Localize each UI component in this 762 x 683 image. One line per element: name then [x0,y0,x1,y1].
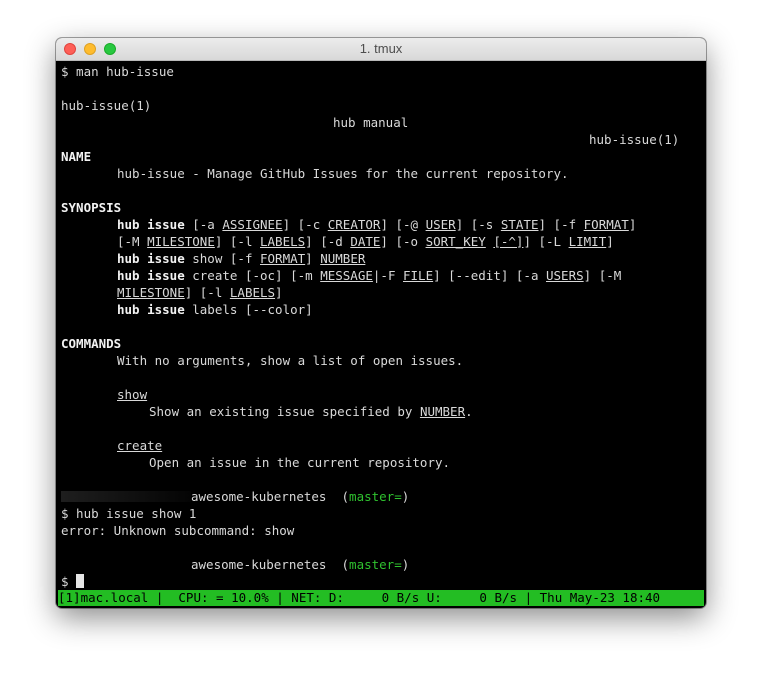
syn-arg-format: FORMAT [260,251,306,266]
syn-arg-milestone: MILESTONE [147,234,215,249]
syn-arg-creator: CREATOR [327,217,381,232]
syn-text: create [-oc] [-m [184,268,321,283]
prompt-text: ( [326,557,350,572]
command-show-description: Show an existing issue specified by NUMB… [149,403,473,420]
syn-text: ] [628,217,637,232]
syn-arg-caret: [-^] [493,234,524,249]
redacted-user-host [61,559,191,570]
man-header: hub-issue(1) hub manual hub-issue(1) [61,80,685,147]
prompt-symbol: $ [61,574,77,589]
syn-text: show [-f [184,251,260,266]
prompt-text: ( [326,489,350,504]
syn-arg-limit: LIMIT [568,234,607,249]
syn-arg-users: USERS [546,268,584,283]
prompt-directory: awesome-kubernetes [191,557,327,572]
syn-text: ] [-f [538,217,584,232]
synopsis-heading: SYNOPSIS [61,200,122,215]
name-heading: NAME [61,149,92,164]
commands-heading: COMMANDS [61,336,122,351]
redacted-user-host [61,491,191,502]
shell-prompt-1: awesome-kubernetes (master=) [61,488,409,505]
syn-arg-labels: LABELS [260,234,306,249]
command-create-description: Open an issue in the current repository. [149,455,451,470]
prompt-text: ) [401,557,410,572]
syn-arg-message: MESSAGE [320,268,373,283]
error-message: error: Unknown subcommand: show [61,523,295,538]
syn-arg-file: FILE [403,268,434,283]
terminal-window: 1. tmux $ man hub-issue hub-issue(1) hub… [56,38,706,608]
syn-text: ] [--edit] [-a [433,268,546,283]
show-desc-text: Show an existing issue specified by [149,404,420,419]
syn-text: ] [-l [214,234,260,249]
syn-text: [-M [117,234,148,249]
syn-cmd: hub issue [117,217,185,232]
synopsis-line-3: hub issue show [-f FORMAT] NUMBER [117,250,365,267]
syn-text: [-a [184,217,223,232]
synopsis-line-1: hub issue [-a ASSIGNEE] [-c CREATOR] [-@… [117,216,636,233]
command-input-line[interactable]: $ [61,573,85,590]
prompt-git-branch: master= [349,489,402,504]
syn-text: ] [-M [583,268,622,283]
syn-cmd: hub issue [117,251,185,266]
man-header-center: hub manual [333,115,409,130]
syn-text: ] [-s [455,217,501,232]
syn-text: ] [-o [380,234,426,249]
syn-arg-labels: LABELS [229,285,276,300]
text-cursor [76,574,85,588]
syn-cmd: hub issue [117,268,185,283]
syn-text: ] [-@ [380,217,426,232]
syn-arg-format: FORMAT [583,217,629,232]
command-show-label: show [117,387,148,402]
syn-arg-number: NUMBER [320,251,366,266]
syn-arg-sort-key: SORT_KEY [425,234,486,249]
syn-text: ] [606,234,614,249]
synopsis-line-6: hub issue labels [--color] [117,301,313,318]
syn-text: ] [-d [305,234,351,249]
syn-text: labels [--color] [184,302,313,317]
syn-arg-date: DATE [350,234,381,249]
syn-text: ] [-L [523,234,569,249]
prompt-git-branch: master= [349,557,402,572]
line-man-command: $ man hub-issue [61,64,174,79]
syn-arg-assignee: ASSIGNEE [222,217,283,232]
man-header-left: hub-issue(1) [61,98,152,113]
syn-cmd: hub issue [117,302,185,317]
tmux-status-bar: [1]mac.local | CPU: = 10.0% | NET: D: 0 … [58,590,704,606]
show-desc-text: . [465,404,473,419]
show-desc-number: NUMBER [419,404,466,419]
terminal-output[interactable]: $ man hub-issue hub-issue(1) hub manual … [61,63,701,590]
window-title: 1. tmux [359,41,403,56]
prompt-text: ) [401,489,410,504]
syn-arg-user: USER [425,217,456,232]
line-show-command: $ hub issue show 1 [61,506,197,521]
man-header-right: hub-issue(1) [589,132,680,147]
syn-text: ] [-c [282,217,328,232]
synopsis-line-5: MILESTONE] [-l LABELS] [117,284,283,301]
syn-text: ] [305,251,321,266]
synopsis-line-4: hub issue create [-oc] [-m MESSAGE|-F FI… [117,267,621,284]
syn-text: ] [275,285,283,300]
prompt-directory: awesome-kubernetes [191,489,327,504]
commands-description: With no arguments, show a list of open i… [117,353,464,368]
command-create-label: create [117,438,163,453]
title-bar: 1. tmux [56,38,706,61]
synopsis-line-2: [-M MILESTONE] [-l LABELS] [-d DATE] [-o… [117,233,614,250]
name-description: hub-issue - Manage GitHub Issues for the… [117,166,569,181]
syn-arg-state: STATE [500,217,539,232]
syn-text: ] [-l [184,285,230,300]
shell-prompt-2: awesome-kubernetes (master=) [61,556,409,573]
syn-text: |-F [372,268,403,283]
syn-arg-milestone: MILESTONE [117,285,185,300]
